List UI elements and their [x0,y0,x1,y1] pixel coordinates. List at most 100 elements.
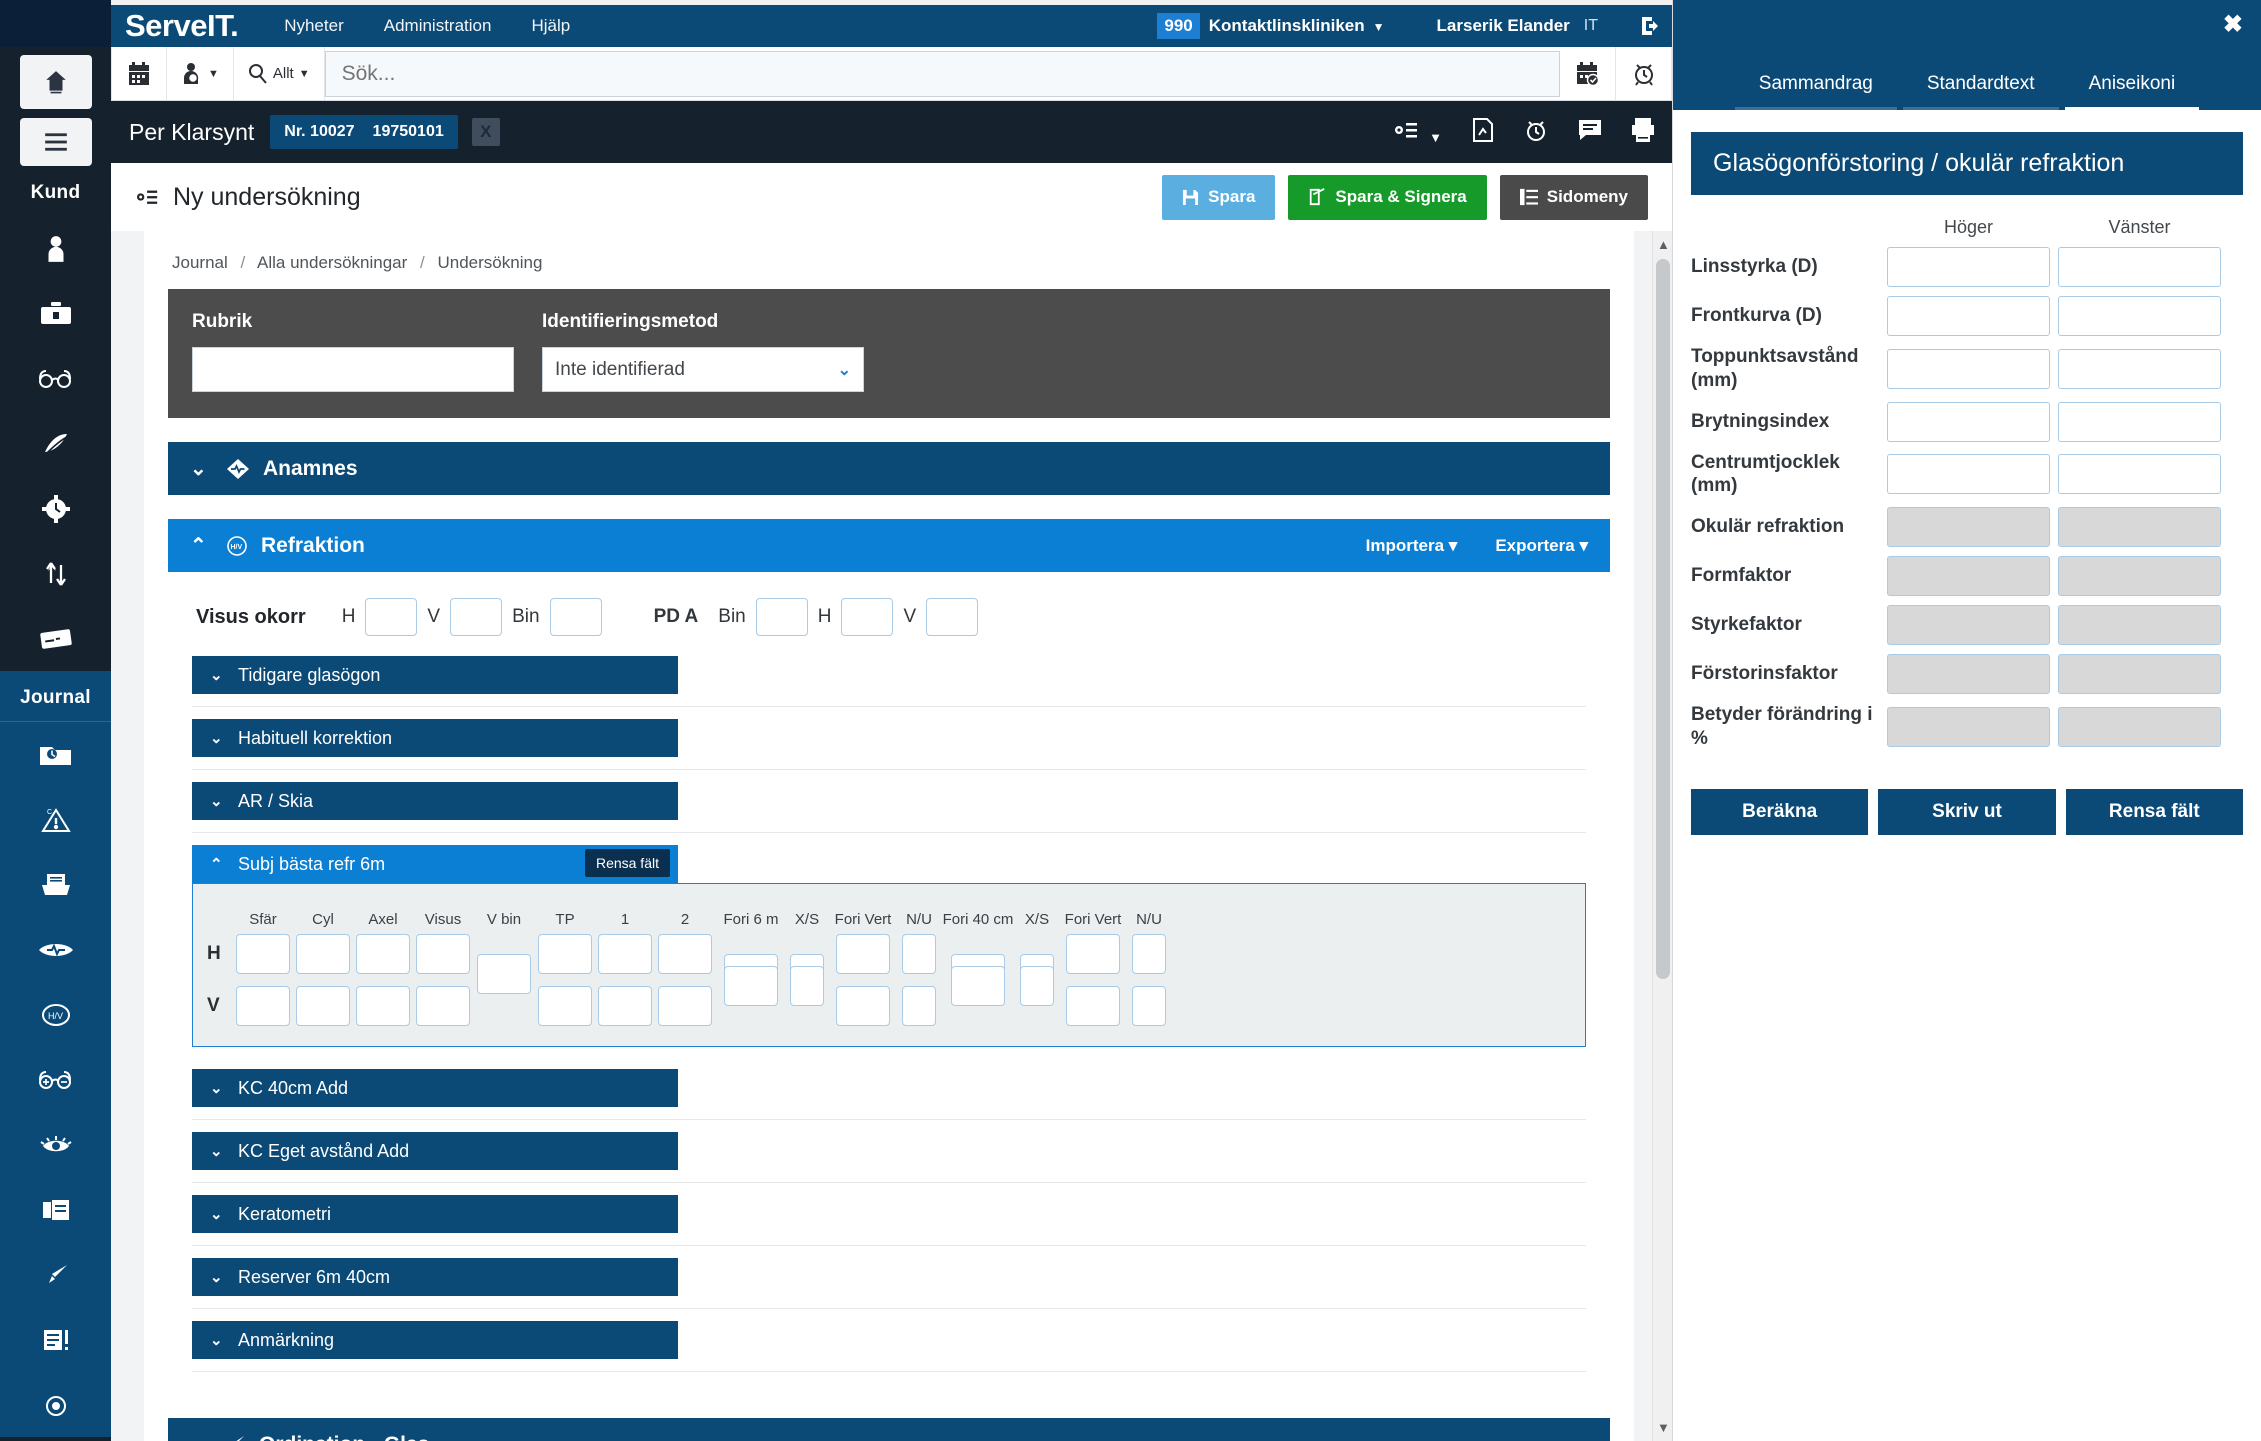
visus-bin-input[interactable] [549,598,602,636]
cell-input-tp-v[interactable] [538,986,592,1026]
rensa-falt-button[interactable]: Rensa fält [2065,788,2243,835]
cell-input-sf-r-h[interactable] [236,934,290,974]
field-linsstyrka-d--left[interactable] [2058,247,2221,287]
close-icon[interactable]: ✖ [2223,10,2243,39]
field-toppunktsavst-nd-mm--left[interactable] [2058,348,2221,389]
field-centrumtjocklek-mm--left[interactable] [2058,454,2221,495]
new-examination-button[interactable]: ▼ [1393,118,1442,147]
subsection-habituell-korrektion[interactable]: ⌄ Habituell korrektion [192,719,678,757]
subsection-subj-basta-refr-6m[interactable]: ⌃ Subj bästa refr 6m Rensa fält [192,845,678,883]
save-and-sign-button[interactable]: Spara & Signera [1288,174,1487,220]
sidebar-item-folder-clock[interactable] [0,722,111,787]
rensa-falt-button[interactable]: Rensa fält [584,849,670,877]
pd-h-input[interactable] [841,598,894,636]
menu-button[interactable] [19,118,92,166]
cell-input-v-bin-h[interactable] [477,954,531,994]
subsection-keratometri[interactable]: ⌄ Keratometri [192,1195,678,1233]
sidebar-item-pen[interactable] [0,1242,111,1307]
home-button[interactable] [19,55,92,109]
sidebar-item-clock-check[interactable] [0,476,111,541]
scrollbar-thumb[interactable] [1656,259,1670,979]
cell-input-fori-vert-v[interactable] [836,986,890,1026]
cell-input-x-s-v[interactable] [1020,966,1054,1006]
field-frontkurva-d--right[interactable] [1887,296,2050,336]
cell-input-fori-40-cm-v[interactable] [951,966,1005,1006]
section-refraktion[interactable]: ⌃ H/V Refraktion Importera ▾ Exportera ▾ [168,519,1610,572]
breadcrumb-undersokning[interactable]: Undersökning [438,253,543,272]
sidebar-item-person[interactable] [0,216,111,281]
nav-administration[interactable]: Administration [364,16,512,36]
cell-input-n-u-h[interactable] [1132,934,1166,974]
cell-input-axel-v[interactable] [356,986,410,1026]
sidebar-item-briefcase[interactable] [0,281,111,346]
field-linsstyrka-d--right[interactable] [1887,247,2050,287]
tab-aniseikoni[interactable]: Aniseikoni [2064,73,2200,110]
brand-logo[interactable]: ServeIT. [111,8,264,44]
visus-h-input[interactable] [365,598,418,636]
subsection-kc-40cm-add[interactable]: ⌄ KC 40cm Add [192,1069,678,1107]
pd-bin-input[interactable] [755,598,808,636]
field-brytningsindex-right[interactable] [1887,401,2050,442]
close-patient-button[interactable]: X [471,118,500,146]
print-button[interactable] [1632,117,1654,148]
nav-nyheter[interactable]: Nyheter [264,16,364,36]
cell-input-2-h[interactable] [658,934,712,974]
clinic-selector[interactable]: Kontaktlinskliniken ▼ [1209,16,1385,36]
message-button[interactable] [1578,118,1602,147]
cell-input-fori-vert-h[interactable] [836,934,890,974]
pd-v-input[interactable] [926,598,979,636]
skriv-ut-button[interactable]: Skriv ut [1878,788,2056,835]
sidebar-item-glasses[interactable] [0,346,111,411]
ident-select[interactable]: Inte identifierad ⌄ [542,347,864,392]
cell-input-1-v[interactable] [598,986,652,1026]
sidebar-item-eye-round[interactable] [0,1372,111,1437]
sidebar-item-printer[interactable] [0,852,111,917]
cell-input-fori-vert-v[interactable] [1066,986,1120,1026]
section-ordination-glas[interactable]: ⌄ Ordination - Glas [168,1418,1610,1441]
reminder-button[interactable] [1524,117,1548,148]
importera-menu[interactable]: Importera ▾ [1366,536,1458,556]
cell-input-x-s-v[interactable] [790,966,824,1006]
cell-input-2-v[interactable] [658,986,712,1026]
subsection-kc-eget-avstand-add[interactable]: ⌄ KC Eget avstånd Add [192,1132,678,1170]
person-search-button[interactable]: ▼ [167,46,234,101]
search-scope-button[interactable]: Allt ▼ [234,46,325,101]
breadcrumb-alla[interactable]: Alla undersökningar [257,253,407,272]
sidebar-item-eye-lashes[interactable] [0,1112,111,1177]
cell-input-n-u-h[interactable] [902,934,936,974]
tab-standardtext[interactable]: Standardtext [1902,73,2059,110]
section-anamnes[interactable]: ⌄ Anamnes [168,442,1610,495]
cell-input-n-u-v[interactable] [1132,986,1166,1026]
field-frontkurva-d--left[interactable] [2058,296,2221,336]
exportera-menu[interactable]: Exportera ▾ [1495,536,1588,556]
sidebar-item-warning[interactable]: C [0,787,111,852]
field-toppunktsavst-nd-mm--right[interactable] [1887,348,2050,389]
sidebar-item-lens[interactable] [0,411,111,476]
cell-input-axel-h[interactable] [356,934,410,974]
search-input[interactable] [324,50,1560,97]
cell-input-cyl-v[interactable] [296,986,350,1026]
sidebar-item-hv-circle[interactable]: H/V [0,982,111,1047]
logout-button[interactable] [1640,15,1662,37]
subsection-anmarkning[interactable]: ⌄ Anmärkning [192,1321,678,1359]
subsection-reserver-6m-40cm[interactable]: ⌄ Reserver 6m 40cm [192,1258,678,1296]
cell-input-n-u-v[interactable] [902,986,936,1026]
main-scrollbar[interactable]: ▲ ▼ [1652,231,1672,1441]
cell-input-fori-vert-h[interactable] [1066,934,1120,974]
save-button[interactable]: Spara [1162,174,1276,220]
scroll-down-arrow[interactable]: ▼ [1657,1420,1670,1435]
cell-input-cyl-h[interactable] [296,934,350,974]
rubrik-input[interactable] [192,347,514,392]
cell-input-visus-h[interactable] [416,934,470,974]
scroll-up-arrow[interactable]: ▲ [1657,237,1670,252]
booking-button[interactable] [1560,46,1616,101]
cell-input-1-h[interactable] [598,934,652,974]
cell-input-visus-v[interactable] [416,986,470,1026]
subsection-ar-skia[interactable]: ⌄ AR / Skia [192,782,678,820]
sidebar-item-eye-pulse[interactable] [0,917,111,982]
cell-input-tp-h[interactable] [538,934,592,974]
cell-input-sf-r-v[interactable] [236,986,290,1026]
sidebar-item-card[interactable] [0,606,111,671]
nav-hjalp[interactable]: Hjälp [511,16,590,36]
sidebar-item-note[interactable] [0,1307,111,1372]
